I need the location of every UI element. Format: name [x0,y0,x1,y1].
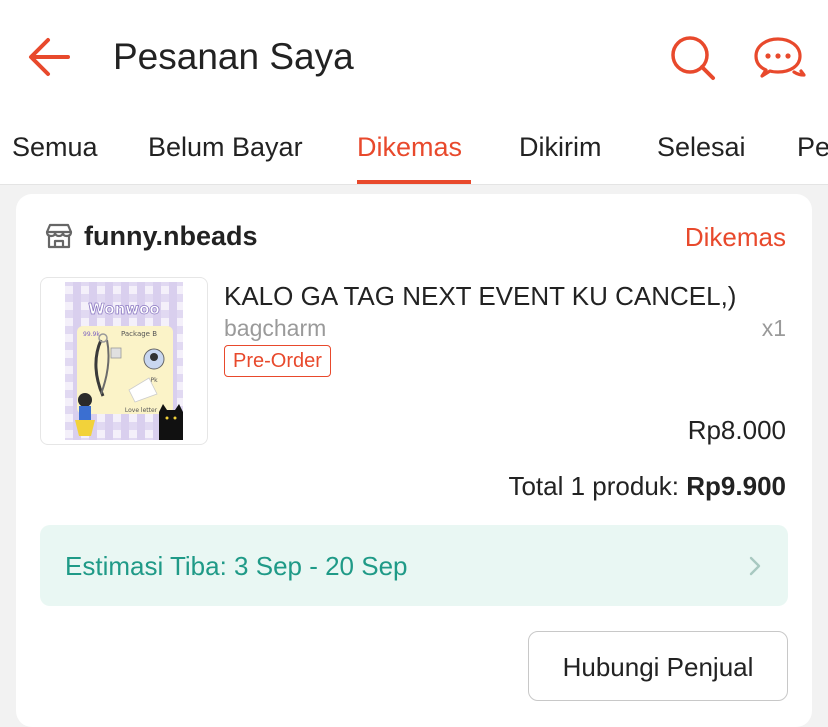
total-label: Total 1 produk: [508,471,680,501]
pre-order-badge: Pre-Order [224,345,331,377]
total-value: Rp9.900 [686,471,786,501]
delivery-estimate-text: Estimasi Tiba: 3 Sep - 20 Sep [65,551,408,581]
contact-seller-button[interactable]: Hubungi Penjual [528,631,788,701]
tab-belum-bayar[interactable]: Belum Bayar [148,130,303,164]
product-image: Wonwoo Package B 99.9k Pk Love letter [65,282,183,440]
product-price: Rp8.000 [687,415,786,445]
app-header: Pesanan Saya [0,0,828,118]
thumbnail-price-tag: 99.9k [83,331,100,338]
thumbnail-label-letter: Love letter [125,407,158,414]
product-variant: bagcharm [224,315,327,341]
order-total: Total 1 produk: Rp9.900 [508,470,786,502]
tab-semua[interactable]: Semua [12,130,98,164]
thumbnail-subtitle: Package B [121,330,157,338]
delivery-estimate-row[interactable]: Estimasi Tiba: 3 Sep - 20 Sep [40,525,788,606]
shop-name[interactable]: funny.nbeads [84,220,258,252]
active-tab-indicator [357,180,471,184]
product-quantity: x1 [761,315,786,341]
page-title: Pesanan Saya [113,36,354,77]
tab-selesai[interactable]: Selesai [657,130,746,164]
order-status-tabs: Semua Belum Bayar Dikemas Dikirim Selesa… [0,118,828,185]
product-name[interactable]: KALO GA TAG NEXT EVENT KU CANCEL,) [224,280,736,312]
tab-partial[interactable]: Pe [797,130,828,164]
arrow-left-icon[interactable] [24,34,74,80]
thumbnail-title: Wonwoo [88,300,159,318]
search-icon[interactable] [666,34,718,82]
order-status: Dikemas [684,222,786,252]
chat-icon[interactable] [754,34,806,82]
tab-dikemas[interactable]: Dikemas [357,130,462,164]
product-thumbnail[interactable]: Wonwoo Package B 99.9k Pk Love letter [40,277,208,445]
chevron-right-icon [749,556,761,576]
tab-dikirim[interactable]: Dikirim [519,130,601,164]
order-card[interactable]: funny.nbeads Dikemas Wonwoo Package B 99… [16,194,812,727]
store-icon [45,223,73,249]
